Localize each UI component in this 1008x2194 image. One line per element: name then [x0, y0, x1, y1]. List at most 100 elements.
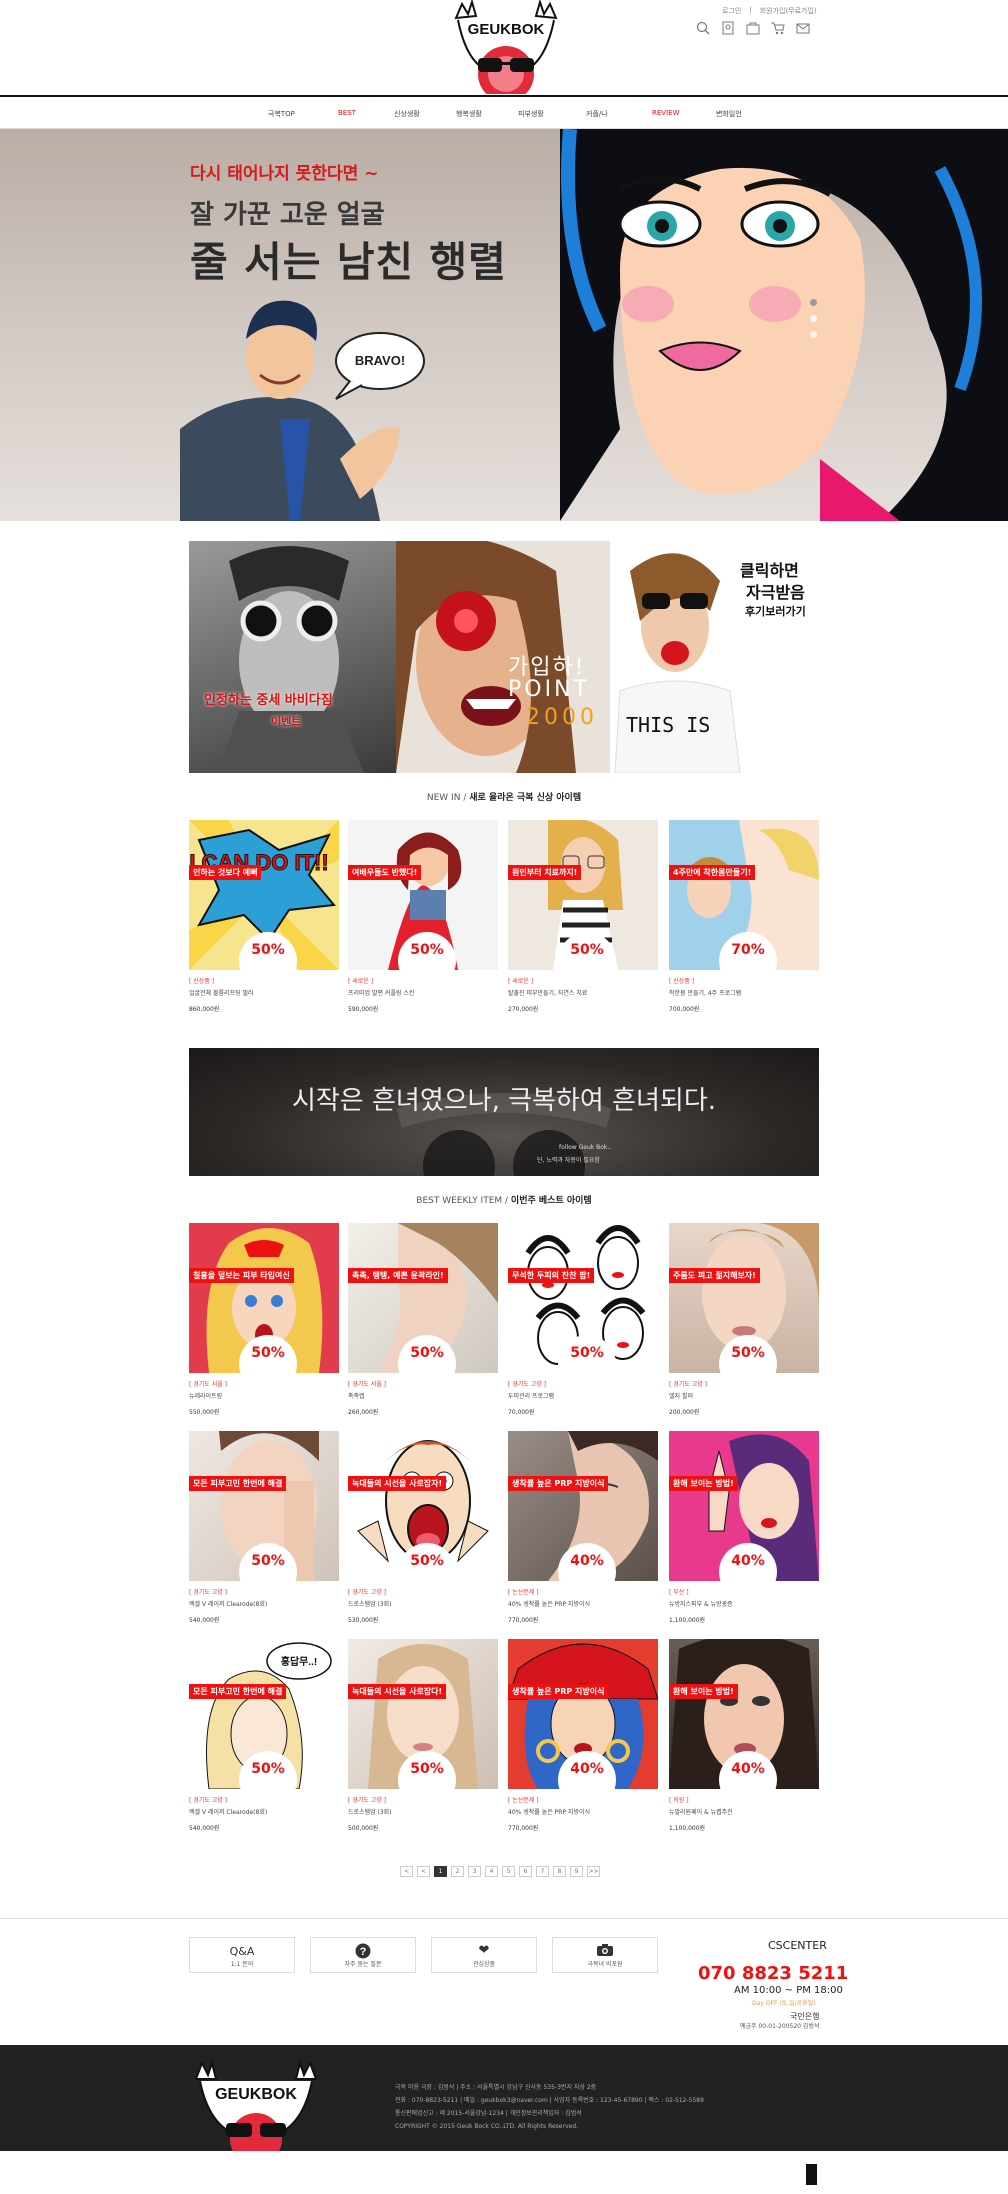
product-card[interactable]: 녹대들의 시선을 사로잡자! 50% [ 경기도 고양 ] 드로스템업 (3회)…: [348, 1431, 498, 1624]
product-card[interactable]: 녹대들의 시선을 사로잡다! 50% [ 경기도 고양 ] 드로스템업 (3회)…: [348, 1639, 498, 1832]
logo[interactable]: GEUKBOK: [436, 0, 576, 94]
slogan-banner[interactable]: 시작은 흔녀였으나, 극복하여 흔녀되다. follow Geuk Bok.. …: [189, 1048, 819, 1176]
slide-dot-1[interactable]: [810, 299, 817, 306]
product-tag: 모든 피부고민 한번에 해결: [189, 1684, 287, 1699]
product-price: 770,000원: [508, 1825, 539, 1832]
beforeafter-button[interactable]: 극복녀 비포원: [552, 1937, 658, 1973]
pager-page[interactable]: 1: [434, 1866, 447, 1877]
wishlist-button[interactable]: ❤ 관심상품: [431, 1937, 537, 1973]
user-icon[interactable]: [721, 20, 735, 35]
product-name[interactable]: 착한몸 만들기, 4주 프로그램: [669, 988, 819, 997]
product-tag: 촉촉, 탱탱, 예쁜 윤곽라인!: [348, 1268, 448, 1283]
faq-button[interactable]: ? 자주 묻는 질문: [310, 1937, 416, 1973]
product-card[interactable]: 촉촉, 탱탱, 예쁜 윤곽라인! 50% [ 경기도 서울 ] 촉촉랩 260,…: [348, 1223, 498, 1416]
nav-item-review[interactable]: REVIEW: [652, 109, 679, 117]
product-image: 녹대들의 시선을 사로잡다! 50%: [348, 1639, 498, 1789]
product-card[interactable]: 생착률 높은 PRP 지방이식 40% [ 논산문제 ] 40% 생착률 높은 …: [508, 1431, 658, 1624]
promo-review-shirt-text: THIS IS: [626, 713, 711, 737]
product-tag: 원인부터 치료까지!: [508, 865, 582, 880]
promo-banner-review[interactable]: 클릭하면 자극받음 후기보러가기 THIS IS: [610, 541, 819, 773]
join-link[interactable]: 회원가입(무료가입): [760, 6, 817, 16]
product-category: [ 부산 ]: [669, 1589, 689, 1596]
pager-page[interactable]: 9: [570, 1866, 583, 1877]
promo-banner-event[interactable]: 인정하는 중세 바비다짐 이벤트: [189, 541, 396, 773]
product-card[interactable]: I CAN DO IT!! 인하는 것보다 예뻐 50% [ 신상품 ] 얼굴전…: [189, 820, 339, 1013]
nav-item-new[interactable]: 신상생활: [394, 109, 420, 119]
product-name[interactable]: 엑셀 V 레이저 Clearode(8회): [189, 1599, 339, 1608]
product-name[interactable]: 촉촉랩: [348, 1391, 498, 1400]
scroll-top-button[interactable]: [806, 2164, 817, 2185]
product-name[interactable]: 40% 생착률 높은 PRP 지방이식: [508, 1807, 658, 1816]
promo-banner-point[interactable]: 가입하! POINT 2000: [396, 541, 610, 773]
product-name[interactable]: 드로스템업 (3회): [348, 1807, 498, 1816]
product-category: [ 경기도 고양 ]: [189, 1797, 228, 1804]
cs-account: 예금주 00-01-200520 김범석: [740, 2023, 820, 2030]
promo-review-line3: 후기보러가기: [745, 605, 806, 618]
product-price: 550,000원: [189, 1409, 220, 1416]
footer-line: 전화 : 070-8823-5211 | 메일 : geukbok3@naver…: [395, 2097, 704, 2104]
nav-item-top[interactable]: 극복TOP: [268, 109, 295, 119]
product-name[interactable]: 두피관리 프로그램: [508, 1391, 658, 1400]
product-name[interactable]: 탈출진 피부만들기, 자연스 치료: [508, 988, 658, 997]
product-tag: 환해 보이는 방법!: [669, 1684, 738, 1699]
product-price: 270,000원: [508, 1006, 539, 1013]
hero-banner[interactable]: BRAVO! 다시 태어나지 못한다면 ~ 잘 가꾼 고운 얼굴 줄 서는 남친…: [0, 129, 1008, 521]
pager-page[interactable]: 6: [519, 1866, 532, 1877]
pager-page[interactable]: 2: [451, 1866, 464, 1877]
mail-icon[interactable]: [796, 20, 810, 34]
nav-item-change[interactable]: 변화일언: [716, 109, 742, 119]
search-icon[interactable]: [696, 20, 710, 35]
pager-page[interactable]: 7: [536, 1866, 549, 1877]
bag-icon[interactable]: [746, 20, 760, 35]
pager-page[interactable]: 5: [502, 1866, 515, 1877]
nav-item-couple[interactable]: 커플/나: [586, 109, 608, 119]
footer-logo[interactable]: GEUKBOK: [186, 2059, 326, 2151]
nav-item-best[interactable]: BEST: [338, 109, 356, 117]
product-name[interactable]: 엑셀 V 레이저 Clearode(8회): [189, 1807, 339, 1816]
product-name[interactable]: 뉴방지스피부 & 뉴방광증: [669, 1599, 819, 1608]
product-card[interactable]: 모든 피부고민 한번에 해결 50% [ 경기도 고양 ] 엑셀 V 레이저 C…: [189, 1431, 339, 1624]
product-tag: 환해 보이는 방법!: [669, 1476, 738, 1491]
pager-prev-page[interactable]: <: [417, 1866, 430, 1877]
product-card[interactable]: 흥답무..! 모든 피부고민 한번에 해결 50% [ 경기도 고양 ] 엑셀 …: [189, 1639, 339, 1832]
login-link[interactable]: 로그인: [722, 6, 741, 16]
pager-prev[interactable]: <: [400, 1866, 413, 1877]
product-category: [ 경기도 고양 ]: [508, 1381, 547, 1388]
hero-illustration: BRAVO!: [180, 129, 1008, 521]
product-card[interactable]: 여배우들도 반했다! 50% [ 새로운 ] 프리미엄 발편 커플링 스킨 59…: [348, 820, 498, 1013]
product-category: [ 경기도 고양 ]: [189, 1589, 228, 1596]
slide-dot-3[interactable]: [810, 331, 817, 338]
product-card[interactable]: 무석한 두피의 찬찬 팝! 50% [ 경기도 고양 ] 두피관리 프로그램 7…: [508, 1223, 658, 1416]
nav-item-skin[interactable]: 피부생활: [518, 109, 544, 119]
pager-next[interactable]: >>: [587, 1866, 600, 1877]
hero-line2: 잘 가꾼 고운 얼굴: [190, 200, 385, 230]
product-name[interactable]: 뉴레라이트링: [189, 1391, 339, 1400]
product-card[interactable]: 칠흉을 덮보는 피부 타입여신 50% [ 경기도 서울 ] 뉴레라이트링 55…: [189, 1223, 339, 1416]
pager-page[interactable]: 4: [485, 1866, 498, 1877]
cart-icon[interactable]: [771, 20, 785, 35]
product-name[interactable]: 얼굴전체 볼륨리프팅 필러: [189, 988, 339, 997]
product-card[interactable]: 환해 보이는 방법! 40% [ 의원 ] 뉴발리원페이 & 뉴랩주진 1,10…: [669, 1639, 819, 1832]
product-tag: 여배우들도 반했다!: [348, 865, 422, 880]
qa-button[interactable]: Q&A 1:1 문의: [189, 1937, 295, 1973]
product-name[interactable]: 40% 생착률 높은 PRP 지방이식: [508, 1599, 658, 1608]
pager-page[interactable]: 3: [468, 1866, 481, 1877]
product-name[interactable]: 뉴발리원페이 & 뉴랩주진: [669, 1807, 819, 1816]
product-category: [ 경기도 서울 ]: [189, 1381, 228, 1388]
slide-dot-2[interactable]: [810, 315, 817, 322]
product-name[interactable]: 드로스템업 (3회): [348, 1599, 498, 1608]
newin-title-en: NEW IN: [426, 793, 461, 803]
product-price: 500,000원: [348, 1825, 379, 1832]
product-card[interactable]: 환해 보이는 방법! 40% [ 부산 ] 뉴방지스피부 & 뉴방광증 1,10…: [669, 1431, 819, 1624]
svg-text:흥답무..!: 흥답무..!: [281, 1655, 318, 1668]
product-card[interactable]: 생착률 높은 PRP 지방이식 40% [ 논산문제 ] 40% 생착률 높은 …: [508, 1639, 658, 1832]
product-name[interactable]: 프리미엄 발편 커플링 스킨: [348, 988, 498, 997]
nav-item-happy[interactable]: 행복생활: [456, 109, 482, 119]
product-card[interactable]: 주름도 펴고 젊지해보자! 50% [ 경기도 고양 ] 엘지 필러 200,0…: [669, 1223, 819, 1416]
product-card[interactable]: 4주만에 착한몸만들기! 70% [ 신상품 ] 착한몸 만들기, 4주 프로그…: [669, 820, 819, 1013]
product-tag: 녹대들의 시선을 사로잡다!: [348, 1684, 447, 1699]
product-name[interactable]: 엘지 필러: [669, 1391, 819, 1400]
product-card[interactable]: 원인부터 치료까지! 50% [ 새로운 ] 탈출진 피부만들기, 자연스 치료…: [508, 820, 658, 1013]
pager-page[interactable]: 8: [553, 1866, 566, 1877]
slogan-sub2: 단, 노력과 자몽이 필요함: [537, 1157, 600, 1164]
